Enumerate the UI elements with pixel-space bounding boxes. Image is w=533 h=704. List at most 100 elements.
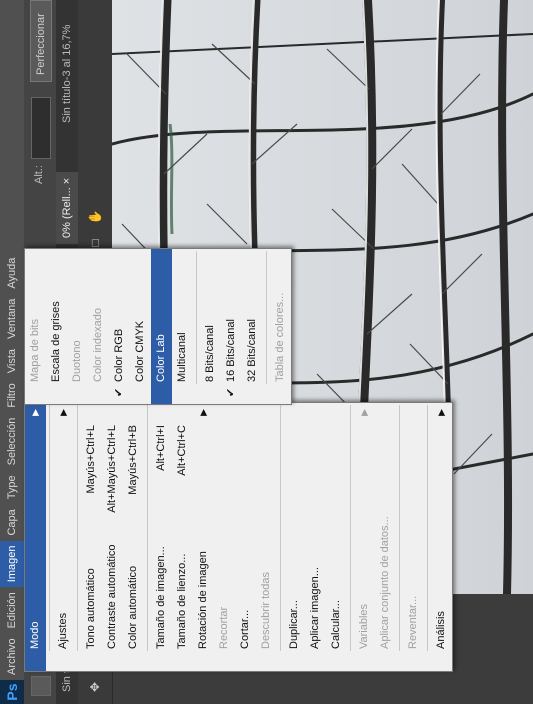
imagen-item-cortar[interactable]: Cortar... — [235, 403, 256, 671]
tab-relleno[interactable]: 0% (Rell... × — [56, 171, 78, 244]
menu-archivo[interactable]: Archivo — [0, 633, 24, 680]
modo-item-16-bits-canal[interactable]: ✔ 16 Bits/canal — [221, 249, 242, 404]
menu-item-label: Aplicar imagen... — [309, 567, 321, 649]
menu-item-label: Cortar... — [239, 609, 251, 649]
menu-item-label: Contraste automático — [106, 544, 118, 649]
menu-seleccion[interactable]: Selección — [0, 413, 24, 471]
imagen-item-analisis[interactable]: Análisis ▶ — [431, 403, 452, 671]
rotated-screen: Ps Archivo Edición Imagen Capa Type Sele… — [0, 0, 533, 704]
menu-filtro[interactable]: Filtro — [0, 378, 24, 412]
imagen-item-tamano-de-imagen[interactable]: Tamaño de imagen... Alt+Ctrl+I — [151, 403, 172, 671]
menu-separator — [77, 405, 78, 651]
imagen-item-tamano-de-lienzo[interactable]: Tamaño de lienzo... Alt+Ctrl+C — [172, 403, 193, 671]
height-field[interactable] — [31, 97, 51, 159]
modo-item-tabla-de-colores: Tabla de colores... — [270, 249, 291, 404]
menu-item-label: Color automático — [127, 565, 139, 649]
photoshop-logo-icon: Ps — [0, 680, 24, 704]
menu-item-label: Duplicar... — [288, 600, 300, 649]
menu-item-label: Color RGB — [113, 328, 125, 382]
menu-item-shortcut: Alt+Mayús+Ctrl+L — [106, 425, 118, 513]
menu-item-shortcut: Alt+Ctrl+I — [155, 425, 167, 471]
menu-item-label: Modo — [29, 621, 41, 649]
modo-item-8-bits-canal[interactable]: 8 Bits/canal — [200, 249, 221, 404]
menu-item-label: Rotación de imagen — [197, 551, 209, 649]
menu-item-label: Escala de grises — [50, 301, 62, 382]
menu-item-label: Ajustes — [57, 612, 69, 649]
menu-item-label: 32 Bits/canal — [246, 319, 258, 382]
menu-item-label: Duotono — [71, 340, 83, 382]
menu-type[interactable]: Type — [0, 470, 24, 504]
menu-item-label: Mapa de bits — [29, 319, 41, 382]
menu-edicion[interactable]: Edición — [0, 587, 24, 633]
menu-separator — [350, 405, 351, 651]
imagen-item-tono-automatico[interactable]: Tono automático Mayús+Ctrl+L — [81, 403, 102, 671]
submenu-arrow-icon: ▶ — [359, 409, 369, 416]
menu-separator — [399, 405, 400, 651]
submenu-arrow-icon: ▶ — [436, 409, 446, 416]
menu-item-label: Color CMYK — [134, 320, 146, 382]
menu-item-label: Reventar... — [407, 595, 419, 649]
submenu-arrow-icon: ▶ — [198, 409, 208, 416]
menu-item-label: Multicanal — [176, 332, 188, 382]
menu-item-shortcut: Alt+Ctrl+C — [176, 425, 188, 476]
menu-item-label: Análisis — [435, 611, 447, 649]
menu-item-label: Recortar — [218, 606, 230, 649]
menu-item-label: Aplicar conjunto de datos... — [379, 516, 391, 649]
imagen-item-rotacion-de-imagen[interactable]: Rotación de imagen ▶ — [193, 403, 214, 671]
move-tool-icon[interactable]: ✥ — [84, 676, 106, 698]
modo-item-multicanal[interactable]: Multicanal — [172, 249, 193, 404]
modo-item-color-lab[interactable]: Color Lab — [151, 249, 172, 404]
height-label: Alt.: — [33, 165, 45, 184]
imagen-item-aplicar-conjunto-de-datos: Aplicar conjunto de datos... — [375, 403, 396, 671]
menu-item-label: 8 Bits/canal — [204, 325, 216, 382]
modo-item-32-bits-canal[interactable]: 32 Bits/canal — [242, 249, 263, 404]
imagen-item-modo[interactable]: Modo ▶ — [25, 403, 46, 671]
menu-item-label: Variables — [358, 603, 370, 649]
menu-separator — [49, 405, 50, 651]
modo-item-color-rgb[interactable]: ✔ Color RGB — [109, 249, 130, 404]
modo-item-duotono: Duotono — [67, 249, 88, 404]
imagen-item-duplicar[interactable]: Duplicar... — [284, 403, 305, 671]
menu-separator — [427, 405, 428, 651]
refine-edge-button[interactable]: Perfeccionar borde... — [30, 0, 67, 82]
imagen-item-calcular[interactable]: Calcular... — [326, 403, 347, 671]
menu-separator — [196, 251, 197, 384]
photoshop-window: Ps Archivo Edición Imagen Capa Type Sele… — [0, 0, 533, 704]
imagen-item-aplicar-imagen[interactable]: Aplicar imagen... — [305, 403, 326, 671]
imagen-item-reventar: Reventar... — [403, 403, 424, 671]
submenu-arrow-icon: ▶ — [30, 409, 40, 416]
menu-imagen[interactable]: Imagen — [0, 540, 24, 588]
modo-item-escala-de-grises[interactable]: Escala de grises — [46, 249, 67, 404]
checkmark-icon: ✔ — [225, 387, 237, 397]
menu-separator — [266, 251, 267, 384]
menu-separator — [280, 405, 281, 651]
marquee-tool-preset-icon[interactable] — [31, 676, 51, 696]
submenu-arrow-icon: ▶ — [58, 409, 68, 416]
menu-item-label: Color indexado — [92, 308, 104, 382]
modo-submenu: Mapa de bits Escala de grises Duotono Color… — [24, 248, 292, 405]
menu-ventana[interactable]: Ventana — [0, 294, 24, 344]
tab-sin-titulo-3[interactable]: Sin título-3 al 16,7% — [56, 19, 78, 129]
checkmark-icon: ✔ — [113, 387, 125, 397]
menu-item-shortcut: Mayús+Ctrl+L — [85, 425, 97, 494]
menu-vista[interactable]: Vista — [0, 344, 24, 378]
modo-item-color-cmyk[interactable]: Color CMYK — [130, 249, 151, 404]
menu-item-label: Tabla de colores... — [274, 292, 286, 382]
menu-item-label: Tamaño de lienzo... — [176, 553, 188, 649]
imagen-item-recortar: Recortar — [214, 403, 235, 671]
menu-item-label: Color Lab — [155, 334, 167, 382]
menu-item-shortcut: Mayús+Ctrl+B — [127, 425, 139, 495]
imagen-item-color-automatico[interactable]: Color automático Mayús+Ctrl+B — [123, 403, 144, 671]
menu-item-label: Calcular... — [330, 600, 342, 649]
menu-item-label: 16 Bits/canal — [225, 319, 237, 382]
menu-ayuda[interactable]: Ayuda — [0, 253, 24, 294]
imagen-item-variables: Variables ▶ — [354, 403, 375, 671]
modo-item-mapa-de-bits: Mapa de bits — [25, 249, 46, 404]
menu-capa[interactable]: Capa — [0, 504, 24, 540]
hand-tool-icon[interactable]: ✋ — [84, 206, 106, 228]
menu-item-label: Tamaño de imagen... — [155, 546, 167, 649]
imagen-item-ajustes[interactable]: Ajustes ▶ — [53, 403, 74, 671]
menu-item-label: Descubrir todas — [260, 571, 272, 649]
menu-bar: Ps Archivo Edición Imagen Capa Type Sele… — [0, 0, 24, 704]
imagen-item-contraste-automatico[interactable]: Contraste automático Alt+Mayús+Ctrl+L — [102, 403, 123, 671]
